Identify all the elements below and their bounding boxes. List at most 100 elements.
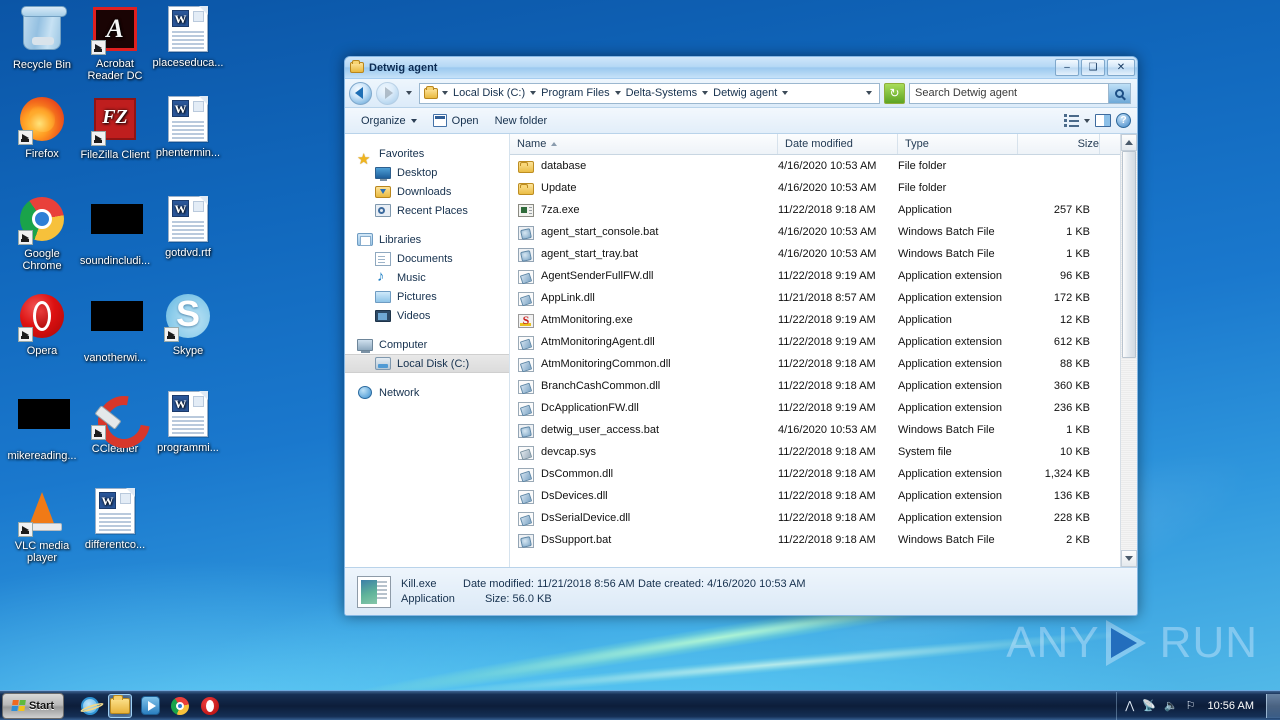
- volume-tray-icon[interactable]: 🔈: [1164, 699, 1178, 712]
- chevron-right-icon[interactable]: [613, 91, 623, 95]
- open-button[interactable]: Open: [425, 110, 487, 131]
- desktop-icon-vlc-media-player[interactable]: VLC media player: [5, 487, 79, 564]
- search-icon[interactable]: [1108, 83, 1130, 103]
- table-row[interactable]: agent_start_tray.bat 4/16/2020 10:53 AM Wi…: [510, 243, 1137, 265]
- file-name-cell[interactable]: AtmMonitoringAgent.dll: [510, 335, 778, 350]
- table-row[interactable]: DcApplicationFW.dll 11/22/2018 9:19 AM App…: [510, 397, 1137, 419]
- chevron-right-icon[interactable]: [440, 91, 450, 95]
- column-header-size[interactable]: Size: [1018, 134, 1100, 154]
- table-row[interactable]: AtmMonitoringCommon.dll 11/22/2018 9:18 A…: [510, 353, 1137, 375]
- forward-button[interactable]: [376, 81, 399, 105]
- windows-explorer-window[interactable]: Detwig agent – ❑ ✕ Local Disk (C:) Progr…: [344, 56, 1138, 616]
- network-tray-icon[interactable]: 📡: [1142, 699, 1156, 712]
- sidebar-item-downloads[interactable]: Downloads: [345, 182, 509, 201]
- table-row[interactable]: detwig_user_access.bat 4/16/2020 10:53 AM…: [510, 419, 1137, 441]
- desktop-icon-placeseduca[interactable]: Wplaceseduca...: [151, 5, 225, 69]
- file-rows[interactable]: database 4/16/2020 10:53 AM File folder Upd…: [510, 155, 1137, 567]
- back-button[interactable]: [349, 81, 372, 105]
- show-desktop-button[interactable]: [1266, 693, 1280, 718]
- sidebar-item-computer[interactable]: Computer: [345, 335, 509, 354]
- taskbar-clock[interactable]: 10:56 AM: [1204, 700, 1258, 712]
- scroll-up-button[interactable]: [1121, 134, 1137, 151]
- sidebar-item-libraries[interactable]: Libraries: [345, 230, 509, 249]
- refresh-button[interactable]: ↻: [884, 82, 905, 104]
- file-name-cell[interactable]: database: [510, 159, 778, 173]
- file-name-cell[interactable]: Update: [510, 181, 778, 195]
- file-name-cell[interactable]: devcap.sys: [510, 445, 778, 460]
- table-row[interactable]: database 4/16/2020 10:53 AM File folder: [510, 155, 1137, 177]
- desktop-icon-programmi[interactable]: Wprogrammi...: [151, 390, 225, 454]
- taskbar-internet-explorer[interactable]: [78, 694, 102, 718]
- file-list-pane[interactable]: Name Date modified Type Size database 4/1…: [510, 134, 1137, 567]
- desktop-icon-opera[interactable]: Opera: [5, 292, 79, 357]
- scrollbar-thumb[interactable]: [1122, 151, 1136, 359]
- desktop-icon-differentco[interactable]: Wdifferentco...: [78, 487, 152, 551]
- file-name-cell[interactable]: BranchCashCommon.dll: [510, 379, 778, 394]
- search-box[interactable]: Search Detwig agent: [909, 82, 1131, 104]
- chevron-right-icon[interactable]: [528, 91, 538, 95]
- breadcrumb-item-2[interactable]: Delta-Systems: [623, 85, 701, 101]
- file-name-cell[interactable]: DsSerialDevice.dll: [510, 511, 778, 526]
- table-row[interactable]: DsDevices.dll 11/22/2018 9:18 AM Applicati…: [510, 485, 1137, 507]
- taskbar[interactable]: Start ⋀ 📡 🔈 ⚐ 10:56 AM: [0, 690, 1280, 720]
- breadcrumb-item-1[interactable]: Program Files: [538, 85, 612, 101]
- desktop-icon-mikereading[interactable]: mikereading...: [5, 390, 79, 462]
- desktop-icon-filezilla-client[interactable]: FileZilla Client: [78, 95, 152, 161]
- scroll-down-button[interactable]: [1121, 550, 1137, 567]
- sidebar-item-recent-places[interactable]: Recent Places: [345, 201, 509, 220]
- sidebar-item-pictures[interactable]: Pictures: [345, 287, 509, 306]
- search-input[interactable]: Search Detwig agent: [915, 87, 1017, 99]
- table-row[interactable]: DsCommon.dll 11/22/2018 9:18 AM Applicatio…: [510, 463, 1137, 485]
- window-title-bar[interactable]: Detwig agent – ❑ ✕: [345, 57, 1137, 79]
- address-bar[interactable]: Local Disk (C:) Program Files Delta-Syst…: [345, 79, 1137, 108]
- desktop-icon-firefox[interactable]: Firefox: [5, 95, 79, 160]
- quick-launch-bar[interactable]: [78, 693, 222, 718]
- table-row[interactable]: AtmMonitoringAgent.dll 11/22/2018 9:19 AM…: [510, 331, 1137, 353]
- file-name-cell[interactable]: DcApplicationFW.dll: [510, 401, 778, 416]
- preview-pane-icon[interactable]: [1095, 114, 1111, 127]
- file-name-cell[interactable]: AtmMonitoringCommon.dll: [510, 357, 778, 372]
- table-row[interactable]: AgentSenderFullFW.dll 11/22/2018 9:19 AM A…: [510, 265, 1137, 287]
- column-header-type[interactable]: Type: [898, 134, 1018, 154]
- change-view-icon[interactable]: [1064, 114, 1079, 127]
- chevron-right-icon[interactable]: [700, 91, 710, 95]
- maximize-button[interactable]: ❑: [1081, 59, 1105, 76]
- desktop-icon-phentermin[interactable]: Wphentermin...: [151, 95, 225, 159]
- close-button[interactable]: ✕: [1107, 59, 1135, 76]
- table-row[interactable]: devcap.sys 11/22/2018 9:18 AM System file 1…: [510, 441, 1137, 463]
- address-history-dropdown[interactable]: [861, 91, 877, 95]
- vertical-scrollbar[interactable]: [1120, 134, 1137, 567]
- desktop-icon-google-chrome[interactable]: Google Chrome: [5, 195, 79, 272]
- sidebar-item-videos[interactable]: Videos: [345, 306, 509, 325]
- file-name-cell[interactable]: detwig_user_access.bat: [510, 423, 778, 438]
- column-headers[interactable]: Name Date modified Type Size: [510, 134, 1137, 155]
- sidebar-item-local-disk-c[interactable]: Local Disk (C:): [345, 354, 509, 373]
- navigation-pane[interactable]: Favorites Desktop Downloads Recent Places Li…: [345, 134, 510, 567]
- desktop-icon-soundincludi[interactable]: soundincludi...: [78, 195, 152, 267]
- new-folder-button[interactable]: New folder: [487, 111, 556, 131]
- taskbar-google-chrome[interactable]: [168, 694, 192, 718]
- chevron-right-icon[interactable]: [780, 91, 790, 95]
- table-row[interactable]: DsSupport.bat 11/22/2018 9:18 AM Windows B…: [510, 529, 1137, 551]
- recent-pages-dropdown[interactable]: [403, 82, 415, 105]
- file-name-cell[interactable]: 7za.exe: [510, 203, 778, 217]
- sidebar-item-music[interactable]: Music: [345, 268, 509, 287]
- table-row[interactable]: DsSerialDevice.dll 11/22/2018 9:18 AM Appl…: [510, 507, 1137, 529]
- desktop-icon-recycle-bin[interactable]: Recycle Bin: [5, 5, 79, 71]
- scrollbar-track[interactable]: [1121, 151, 1137, 550]
- desktop-icon-vanotherwi[interactable]: vanotherwi...: [78, 292, 152, 364]
- taskbar-opera[interactable]: [198, 694, 222, 718]
- taskbar-windows-media-player[interactable]: [138, 694, 162, 718]
- sidebar-item-favorites[interactable]: Favorites: [345, 144, 509, 168]
- action-center-flag-icon[interactable]: ⚐: [1186, 699, 1196, 712]
- table-row[interactable]: AtmMonitoring.exe 11/22/2018 9:19 AM Appli…: [510, 309, 1137, 331]
- table-row[interactable]: agent_start_console.bat 4/16/2020 10:53 A…: [510, 221, 1137, 243]
- show-hidden-icons-button[interactable]: ⋀: [1125, 699, 1134, 712]
- desktop-icon-acrobat-reader-dc[interactable]: Acrobat Reader DC: [78, 5, 152, 82]
- desktop-icon-ccleaner[interactable]: CCleaner: [78, 390, 152, 455]
- chevron-down-icon[interactable]: [1084, 118, 1090, 123]
- desktop-icon-skype[interactable]: Skype: [151, 292, 225, 357]
- system-tray[interactable]: ⋀ 📡 🔈 ⚐ 10:56 AM: [1116, 691, 1264, 720]
- minimize-button[interactable]: –: [1055, 59, 1079, 76]
- breadcrumb-item-3[interactable]: Detwig agent: [710, 85, 780, 101]
